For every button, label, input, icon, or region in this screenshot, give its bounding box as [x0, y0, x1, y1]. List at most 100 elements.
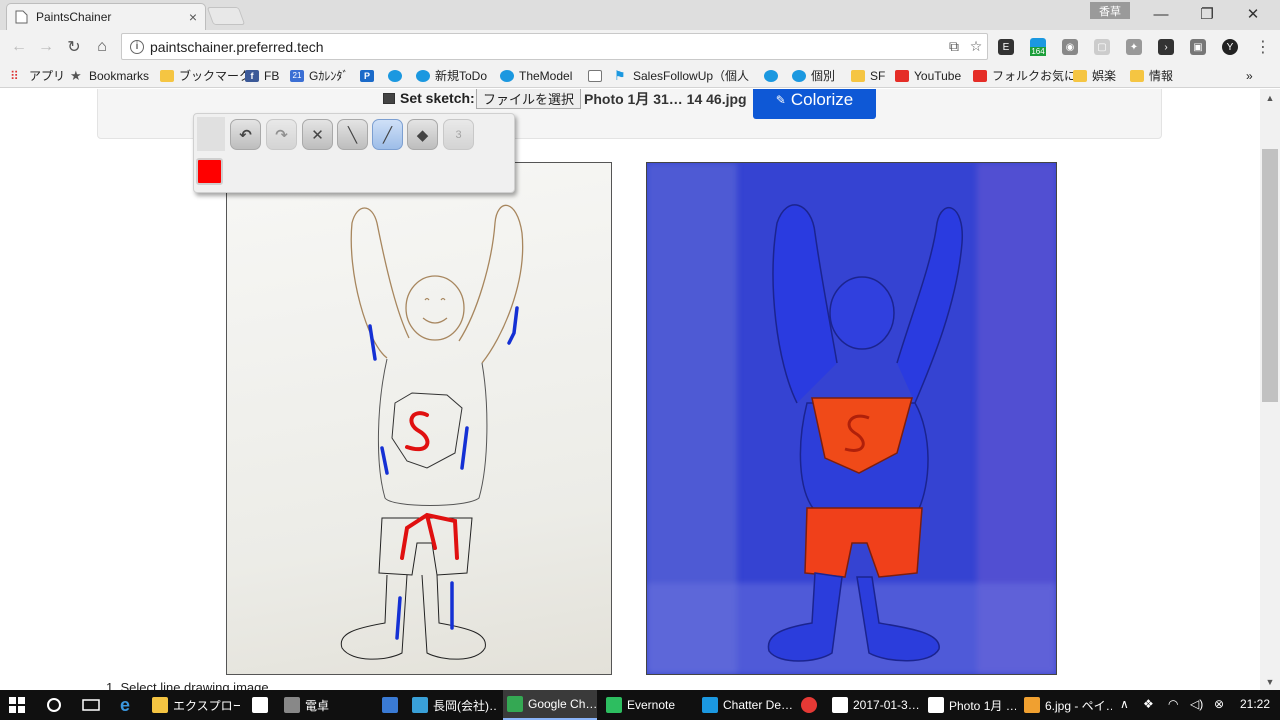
info-icon[interactable]: i — [130, 39, 144, 54]
taskbar-app[interactable] — [797, 690, 819, 720]
bookmark-item[interactable]: YouTube — [895, 67, 961, 84]
size-tool[interactable]: 3 — [443, 119, 474, 150]
volume-icon[interactable]: ◁) — [1190, 697, 1203, 711]
translate-icon[interactable]: ⧉ — [943, 38, 965, 55]
photo-icon — [832, 697, 848, 713]
bookmark-item[interactable] — [764, 67, 783, 84]
choose-file-button[interactable]: ファイルを選択 — [476, 89, 582, 109]
taskbar-app[interactable] — [248, 690, 270, 720]
bookmark-star-icon[interactable]: ☆ — [965, 38, 987, 55]
profile-ext-icon[interactable]: Y — [1222, 39, 1238, 55]
sketch-drawing — [340, 204, 524, 660]
pen-icon: ╱ — [382, 126, 393, 144]
salesforce-icon — [388, 69, 402, 82]
taskbar-app[interactable]: 長岡(会社)… — [408, 690, 498, 720]
dropbox-icon[interactable]: ❖ — [1143, 697, 1154, 711]
redo-icon: ↷ — [275, 126, 288, 144]
taskbar-app[interactable]: 電卓 — [280, 690, 370, 720]
palette-handle[interactable] — [197, 117, 225, 151]
tab-paintschainer[interactable]: PaintsChainer × — [6, 3, 206, 30]
bookmark-label: TheModel — [519, 68, 573, 83]
taskbar-app[interactable]: Google Ch… — [503, 690, 597, 720]
colorize-button[interactable]: ✎ Colorize — [753, 89, 876, 119]
redo-tool[interactable]: ↷ — [266, 119, 297, 150]
taskbar-app[interactable] — [378, 690, 400, 720]
bookmark-item[interactable]: フォルクお気に — [973, 67, 1076, 84]
bookmark-item[interactable]: SF — [851, 67, 885, 84]
scroll-up-icon[interactable]: ▲ — [1260, 89, 1280, 106]
current-color-swatch[interactable] — [196, 158, 223, 185]
extension-badge-icon[interactable]: 164 — [1030, 38, 1046, 56]
forward-icon[interactable]: → — [35, 36, 57, 58]
folder-icon — [851, 69, 865, 82]
taskbar-app[interactable]: エクスプロー… — [148, 690, 240, 720]
tomato-icon — [801, 697, 817, 713]
taskbar-app[interactable]: Evernote — [602, 690, 694, 720]
undo-icon: ↶ — [239, 126, 252, 144]
undo-tool[interactable]: ↶ — [230, 119, 261, 150]
terminal-ext-icon[interactable]: › — [1158, 39, 1174, 55]
bookmark-label: ブックマーク — [179, 69, 252, 83]
url-text[interactable]: paintschainer.preferred.tech — [150, 39, 943, 55]
bookmark-item[interactable]: ⚑ SalesFollowUp（個人 — [614, 67, 749, 84]
cortana-icon[interactable] — [42, 690, 68, 720]
bookmark-item[interactable]: ⠿ アプリ — [10, 67, 65, 84]
bookmark-item[interactable]: 娯楽 — [1073, 67, 1116, 84]
ime-off-icon[interactable]: ⊗ — [1214, 697, 1224, 711]
pen-tool[interactable]: ╱ — [372, 119, 403, 150]
bookmarks-overflow-icon[interactable]: » — [1246, 67, 1253, 84]
start-button[interactable] — [4, 690, 32, 720]
puzzle-ext-icon[interactable]: ✦ — [1126, 39, 1142, 55]
clock[interactable]: 21:22 — [1240, 697, 1270, 711]
salesforce-icon — [764, 69, 778, 82]
edit-icon: ✎ — [775, 93, 786, 107]
store-icon — [252, 697, 268, 713]
maximize-button[interactable]: ❐ — [1184, 0, 1230, 28]
taskbar-app[interactable]: 2017-01-3… — [828, 690, 920, 720]
minimize-button[interactable]: — — [1138, 0, 1184, 28]
scroll-thumb[interactable] — [1262, 149, 1278, 402]
taskbar-app[interactable]: Photo 1月 … — [924, 690, 1016, 720]
calculator-icon — [284, 697, 300, 713]
ext-icon[interactable]: ▢ — [1094, 39, 1110, 55]
page-scrollbar[interactable]: ▲ ▼ — [1260, 89, 1280, 690]
bookmark-item[interactable]: P — [360, 67, 379, 84]
bookmark-item[interactable]: 21 Gｶﾚﾝﾀﾞ — [290, 67, 348, 84]
bookmark-item[interactable] — [588, 67, 607, 84]
line-tool[interactable]: ╲ — [337, 119, 368, 150]
taskbar-app-label: 6.jpg - ペイ… — [1045, 698, 1112, 713]
search-circle-icon — [47, 698, 61, 712]
task-view-icon[interactable] — [78, 690, 104, 720]
back-icon[interactable]: ← — [8, 36, 30, 58]
evernote-ext-icon[interactable]: E — [998, 39, 1014, 55]
address-bar[interactable]: i paintschainer.preferred.tech ⧉ ☆ — [121, 33, 988, 60]
youtube-icon — [895, 69, 909, 82]
close-window-button[interactable]: ✕ — [1230, 0, 1276, 28]
bookmark-item[interactable]: 情報 — [1130, 67, 1173, 84]
tray-chevron-icon[interactable]: ∧ — [1120, 697, 1129, 711]
sketch-canvas[interactable] — [226, 162, 612, 675]
bookmark-item[interactable]: f FB — [245, 67, 279, 84]
wifi-icon[interactable]: ◠ — [1168, 697, 1178, 711]
bookmark-item[interactable]: ★ Bookmarks — [70, 67, 149, 84]
tab-close-icon[interactable]: × — [189, 9, 197, 25]
home-icon[interactable]: ⌂ — [91, 36, 113, 58]
window-ext-icon[interactable]: ▣ — [1190, 39, 1206, 55]
bookmark-item[interactable]: TheModel — [500, 67, 572, 84]
calendar-icon: 21 — [290, 69, 304, 82]
bookmark-item[interactable]: 個別 — [792, 67, 835, 84]
eraser-tool[interactable]: ◆ — [407, 119, 438, 150]
reload-icon[interactable]: ↻ — [63, 36, 85, 58]
scroll-down-icon[interactable]: ▼ — [1260, 673, 1280, 690]
camera-ext-icon[interactable]: ◉ — [1062, 39, 1078, 55]
taskbar-app[interactable]: Chatter De… — [698, 690, 792, 720]
new-tab-button[interactable] — [206, 7, 246, 25]
bookmark-item[interactable] — [388, 67, 407, 84]
edge-icon[interactable]: e — [116, 690, 140, 720]
taskbar-app[interactable]: 6.jpg - ペイ… — [1020, 690, 1112, 720]
bookmark-item[interactable]: 新規ToDo — [416, 67, 487, 84]
menu-icon[interactable]: ⋮ — [1252, 36, 1274, 58]
bookmark-item[interactable]: ブックマーク — [160, 67, 251, 84]
colorized-result-image — [646, 162, 1057, 675]
clear-tool[interactable]: ✕ — [302, 119, 333, 150]
